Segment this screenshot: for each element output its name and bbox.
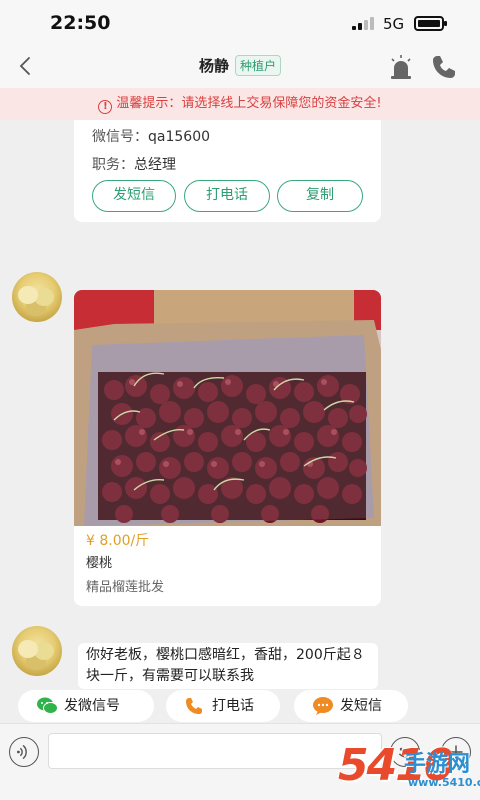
watermark-name: 手游网 (404, 752, 471, 777)
voice-icon[interactable] (9, 737, 39, 767)
safety-notice: ! 温馨提示：请选择线上交易保障您的资金安全! (0, 88, 480, 120)
product-description: 精品榴莲批发 (86, 580, 165, 595)
message-input[interactable] (48, 733, 382, 769)
wechat-row: 微信号：qa15600 (92, 126, 210, 146)
send-wechat-label: 发微信号 (64, 698, 120, 714)
nav-bar: 杨静 种植户 (0, 46, 480, 88)
quick-sms-button[interactable]: 发短信 (294, 690, 408, 722)
position-row: 职务：总经理 (92, 154, 176, 174)
cherry-box-photo (74, 290, 381, 526)
avatar[interactable] (12, 626, 62, 676)
wechat-value: qa15600 (148, 129, 211, 145)
quick-sms-label: 发短信 (340, 698, 382, 714)
watermark-url: www.5410.cn (408, 776, 480, 789)
copy-button[interactable]: 复制 (277, 180, 363, 212)
sms-icon (313, 697, 333, 715)
avatar[interactable] (12, 272, 62, 322)
notice-text: 温馨提示：请选择线上交易保障您的资金安全! (116, 96, 382, 111)
status-bar: 22:50 5G (0, 0, 480, 46)
warning-icon: ! (98, 100, 113, 114)
battery-icon (414, 16, 447, 31)
wechat-label: 微信号： (92, 129, 148, 145)
role-tag: 种植户 (235, 55, 282, 76)
site-watermark-logo: 5410 手游网 www.5410.cn (338, 740, 480, 800)
status-time: 22:50 (50, 12, 111, 34)
nav-title: 杨静 (198, 57, 229, 75)
send-wechat-button[interactable]: 发微信号 (18, 690, 154, 722)
position-value: 总经理 (134, 157, 176, 173)
wechat-icon (37, 697, 58, 714)
position-label: 职务： (92, 157, 134, 173)
phone-icon (186, 698, 202, 714)
phone-icon[interactable] (430, 53, 458, 81)
product-name: 樱桃 (86, 556, 113, 571)
message-bubble: 你好老板，樱桃口感暗红，香甜，200斤起８块一斤，有需要可以联系我 (78, 643, 378, 689)
signal-icon (352, 17, 376, 30)
contact-card: 微信号：qa15600 职务：总经理 发短信 打电话 复制 (74, 120, 381, 222)
product-card[interactable]: ¥ 8.00/斤 樱桃 精品榴莲批发 (74, 290, 381, 606)
quick-call-button[interactable]: 打电话 (166, 690, 280, 722)
quick-call-label: 打电话 (212, 698, 254, 714)
product-price: ¥ 8.00/斤 (86, 533, 150, 549)
alarm-icon[interactable] (388, 54, 414, 80)
send-sms-button[interactable]: 发短信 (92, 180, 176, 212)
call-button[interactable]: 打电话 (184, 180, 270, 212)
message-text: 你好老板，樱桃口感暗红，香甜，200斤起８块一斤，有需要可以联系我 (86, 647, 365, 684)
network-label: 5G (383, 15, 405, 33)
